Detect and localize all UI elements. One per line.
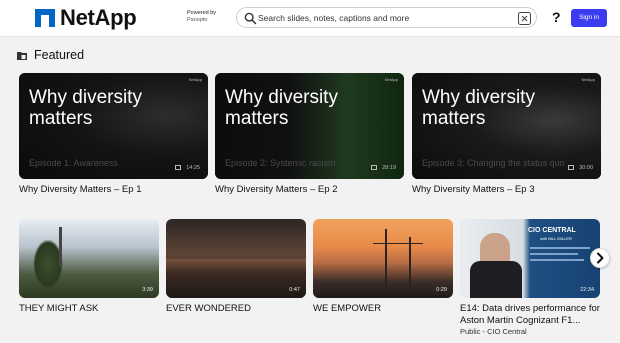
thumbnail-badge: NetApp — [384, 77, 398, 82]
video-card[interactable]: 0:47 EVER WONDERED — [166, 219, 306, 319]
video-thumbnail[interactable]: CIO CENTRAL with BILL MILLER 22:34 — [460, 219, 600, 298]
video-subtitle: Public - CIO Central — [460, 327, 527, 336]
video-thumbnail[interactable]: 3:39 — [19, 219, 159, 298]
duration: 0:47 — [289, 287, 300, 293]
chevron-right-icon — [597, 252, 604, 264]
video-title[interactable]: Why Diversity Matters – Ep 1 — [19, 184, 141, 195]
video-thumbnail[interactable]: Why diversity matters NetApp Episode 2: … — [215, 73, 404, 179]
thumb-host: with BILL MILLER — [540, 236, 572, 241]
video-thumbnail[interactable]: Why diversity matters NetApp Episode 3: … — [412, 73, 601, 179]
clear-icon[interactable] — [518, 12, 531, 25]
folder-icon — [17, 51, 27, 60]
video-thumbnail[interactable]: Why diversity matters NetApp Episode 1: … — [19, 73, 208, 179]
video-thumbnail[interactable]: 0:29 — [313, 219, 453, 298]
slides-icon — [175, 165, 181, 170]
video-title[interactable]: Why Diversity Matters – Ep 2 — [215, 184, 337, 195]
featured-card[interactable]: Why diversity matters NetApp Episode 2: … — [215, 73, 404, 198]
search-box[interactable] — [236, 7, 537, 28]
video-title-line2[interactable]: Aston Martin Cognizant F1... — [460, 315, 580, 326]
thumbnail-badge: NetApp — [581, 77, 595, 82]
duration: 28:19 — [382, 165, 396, 171]
duration: 30:00 — [579, 165, 593, 171]
panopto-label: Panopto — [187, 17, 208, 23]
thumb-brand: CIO CENTRAL — [528, 227, 576, 234]
slides-icon — [568, 165, 574, 170]
thumbnail-headline: Why diversity matters — [225, 87, 338, 129]
duration: 22:34 — [580, 287, 594, 293]
duration: 14:25 — [186, 165, 200, 171]
episode-label: Episode 2: Systemic racism — [225, 158, 336, 168]
video-title[interactable]: Why Diversity Matters – Ep 3 — [412, 184, 534, 195]
powered-by-label: Powered by — [187, 10, 217, 16]
featured-card[interactable]: Why diversity matters NetApp Episode 1: … — [19, 73, 208, 198]
duration: 3:39 — [142, 287, 153, 293]
featured-title: Featured — [34, 48, 85, 62]
video-title[interactable]: THEY MIGHT ASK — [19, 303, 98, 314]
episode-label: Episode 1: Awareness — [29, 158, 118, 168]
netapp-logo[interactable]: NetApp — [35, 5, 137, 30]
video-card[interactable]: 0:29 WE EMPOWER — [313, 219, 453, 319]
search-input[interactable] — [258, 10, 508, 25]
video-title-line1[interactable]: E14: Data drives performance for — [460, 303, 600, 314]
thumbnail-badge: NetApp — [188, 77, 202, 82]
video-title[interactable]: WE EMPOWER — [313, 303, 381, 314]
thumbnail-headline: Why diversity matters — [422, 87, 535, 129]
thumbnail-headline: Why diversity matters — [29, 87, 142, 129]
carousel-next-button[interactable] — [590, 248, 610, 268]
duration: 0:29 — [436, 287, 447, 293]
netapp-logo-mark — [35, 9, 55, 27]
featured-heading: Featured — [17, 48, 84, 62]
video-card[interactable]: 3:39 THEY MIGHT ASK — [19, 219, 159, 319]
episode-label: Episode 3: Changing the status quo — [422, 158, 565, 168]
top-header: NetApp Powered by Panopto ? Sign in — [0, 0, 620, 37]
brand-name: NetApp — [60, 5, 137, 30]
featured-card[interactable]: Why diversity matters NetApp Episode 3: … — [412, 73, 601, 198]
video-thumbnail[interactable]: 0:47 — [166, 219, 306, 298]
search-icon[interactable] — [244, 12, 257, 25]
help-icon[interactable]: ? — [552, 9, 561, 25]
slides-icon — [371, 165, 377, 170]
powered-by: Powered by Panopto — [187, 10, 216, 24]
video-title[interactable]: EVER WONDERED — [166, 303, 251, 314]
sign-in-button[interactable]: Sign in — [571, 9, 607, 27]
video-card[interactable]: CIO CENTRAL with BILL MILLER 22:34 E14: … — [460, 219, 600, 337]
